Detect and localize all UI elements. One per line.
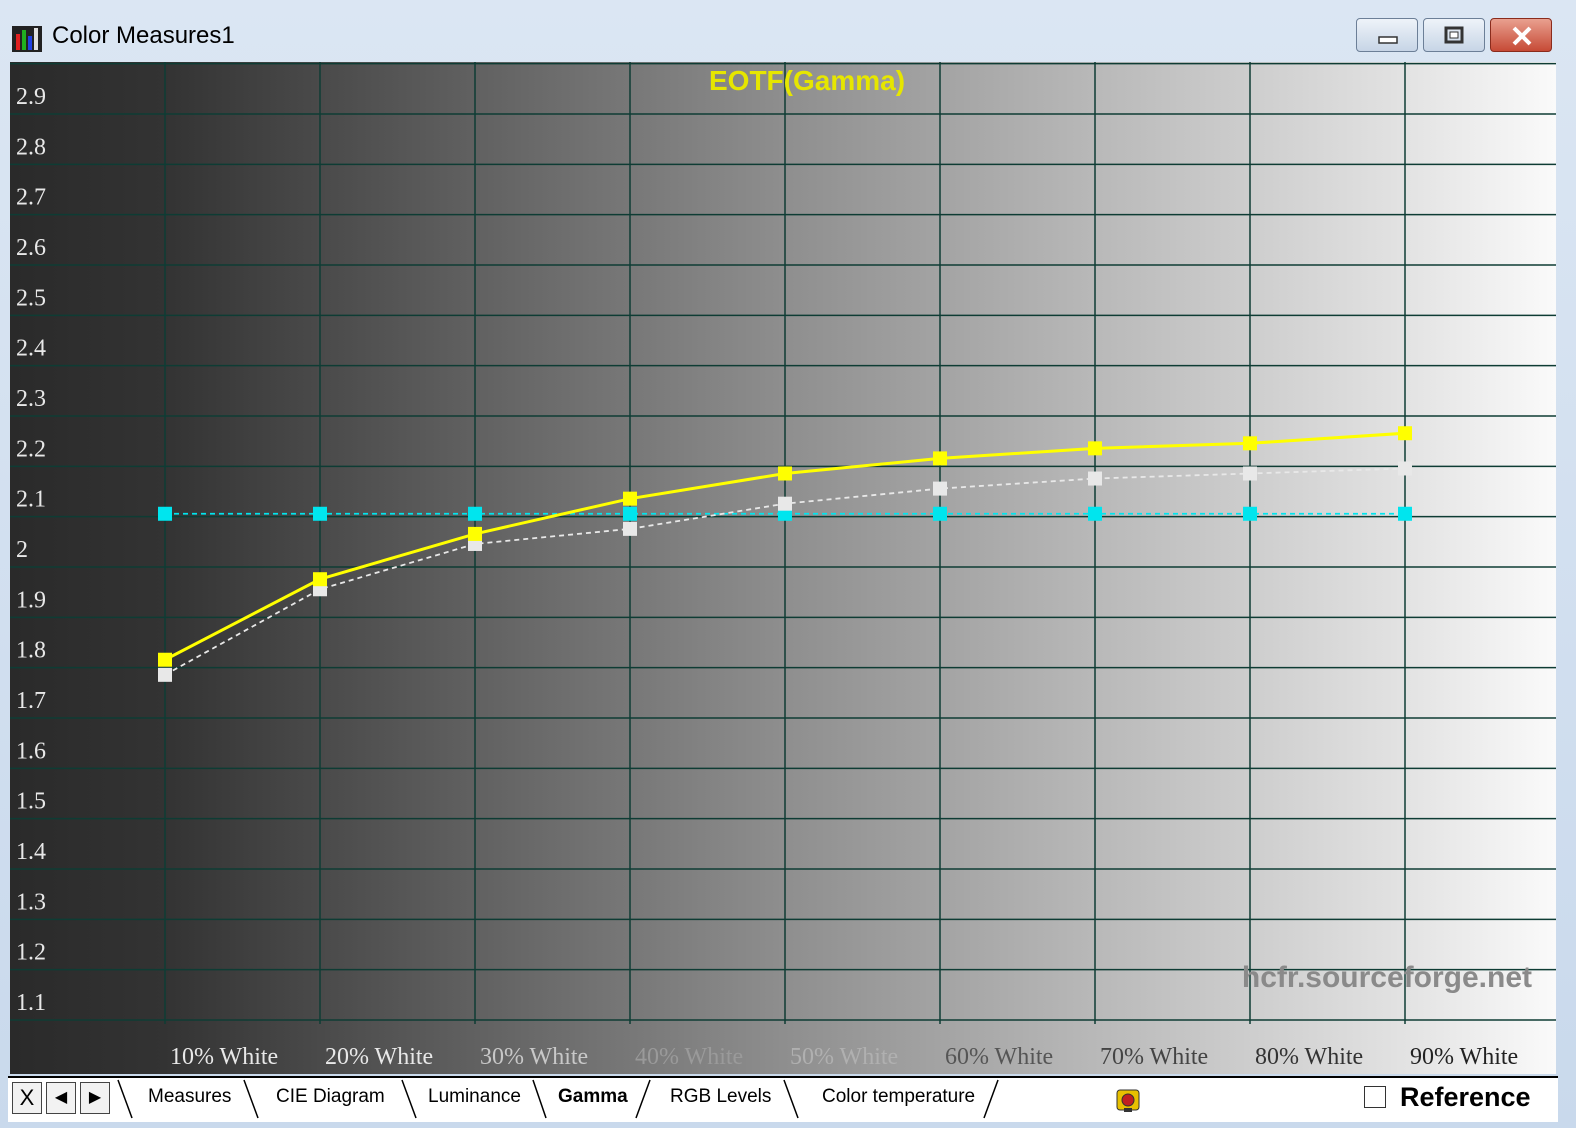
y-tick-label: 2.7 (16, 185, 46, 211)
tab-cie-diagram[interactable]: CIE Diagram (276, 1086, 385, 1108)
tab-measures[interactable]: Measures (148, 1086, 231, 1108)
series-point (1088, 506, 1102, 521)
reference-checkbox[interactable] (1364, 1086, 1386, 1108)
chart-title: EOTF(Gamma) (709, 65, 905, 96)
x-tick-label: 20% White (325, 1044, 433, 1070)
gamma-chart: 1.1 1.2 1.3 1.4 1.5 1.6 1.7 1.8 1.9 2 2.1 2.2 2.3 2.4… (10, 62, 1556, 1074)
tab-luminance[interactable]: Luminance (428, 1086, 521, 1108)
y-tick-label: 1.7 (16, 688, 46, 714)
tab-gamma[interactable]: Gamma (558, 1086, 628, 1108)
y-tick-label: 1.3 (16, 889, 46, 915)
x-tick-label: 90% White (1410, 1044, 1518, 1070)
close-icon (1512, 26, 1532, 46)
tab-rgb-levels[interactable]: RGB Levels (670, 1086, 771, 1108)
sensor-icon[interactable] (1114, 1086, 1142, 1114)
y-tick-label: 1.8 (16, 638, 46, 664)
series-point (468, 506, 482, 521)
y-tick-label: 2.6 (16, 235, 46, 261)
y-tick-label: 1.5 (16, 789, 46, 815)
series-point (1398, 426, 1412, 441)
y-tick-label: 2 (16, 537, 28, 563)
series-point (313, 506, 327, 521)
y-tick-label: 2.9 (16, 84, 46, 110)
series-point (933, 506, 947, 521)
y-tick-label: 2.3 (16, 386, 46, 412)
series-point (468, 526, 482, 541)
series-point (778, 496, 792, 511)
series-point (623, 506, 637, 521)
chart-background (10, 62, 1556, 1074)
x-axis-ticks: 10% White 20% White 30% White 40% White 50% … (170, 1044, 1518, 1070)
x-tick-label: 10% White (170, 1044, 278, 1070)
series-point (1398, 506, 1412, 521)
chart-app-icon (12, 26, 42, 52)
y-tick-label: 2.8 (16, 134, 46, 160)
y-tick-label: 1.2 (16, 940, 46, 966)
series-point (158, 652, 172, 667)
series-point (933, 451, 947, 466)
title-bar[interactable]: Color Measures1 (0, 0, 1576, 62)
tab-color-temperature[interactable]: Color temperature (822, 1086, 975, 1108)
y-tick-label: 1.6 (16, 738, 46, 764)
series-point (1088, 441, 1102, 456)
x-tick-label: 40% White (635, 1044, 743, 1070)
y-tick-label: 2.4 (16, 336, 46, 362)
x-tick-label: 60% White (945, 1044, 1053, 1070)
x-tick-label: 50% White (790, 1044, 898, 1070)
reference-label: Reference (1400, 1082, 1531, 1112)
series-point (1243, 436, 1257, 451)
series-point (623, 521, 637, 536)
tab-bar: X ◀ ▶ Measures CIE Diagram Luminance Gam… (8, 1076, 1558, 1122)
series-point (1088, 471, 1102, 486)
series-point (933, 481, 947, 496)
x-tick-label: 30% White (480, 1044, 588, 1070)
series-point (1243, 466, 1257, 481)
series-point (1243, 506, 1257, 521)
minimize-icon (1378, 36, 1398, 44)
y-tick-label: 1.1 (16, 990, 46, 1016)
watermark: hcfr.sourceforge.net (1242, 961, 1532, 994)
series-point (778, 466, 792, 481)
x-tick-label: 80% White (1255, 1044, 1363, 1070)
y-tick-label: 2.1 (16, 487, 46, 513)
window-title: Color Measures1 (52, 22, 235, 49)
y-tick-label: 1.9 (16, 587, 46, 613)
y-tick-label: 2.5 (16, 285, 46, 311)
y-tick-label: 2.2 (16, 436, 46, 462)
app-window: Color Measures1 1.1 1.2 1.3 1.4 1.5 1.6 1.7 1.8… (0, 0, 1576, 1128)
series-point (158, 667, 172, 682)
maximize-button[interactable] (1423, 18, 1485, 52)
x-tick-label: 70% White (1100, 1044, 1208, 1070)
series-point (623, 491, 637, 506)
series-point (313, 572, 327, 587)
y-tick-label: 1.4 (16, 839, 46, 865)
series-point (158, 506, 172, 521)
close-button[interactable] (1490, 18, 1552, 52)
minimize-button[interactable] (1356, 18, 1418, 52)
restore-icon (1444, 26, 1464, 44)
series-point (1398, 461, 1412, 476)
